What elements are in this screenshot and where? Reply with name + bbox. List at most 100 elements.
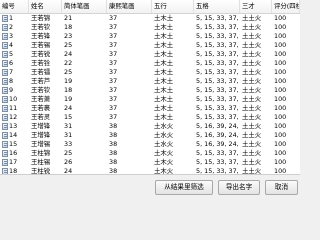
table-row[interactable]: 2 王若钦 18 37 土木土 5, 15, 33, 37, 23土土火 100	[0, 23, 300, 32]
cell-five-grids: 5, 15, 33, 37, 23	[196, 149, 240, 157]
column-header-simplified-strokes[interactable]: 简体笔画	[62, 0, 107, 13]
cell-five-elements: 土木土	[154, 104, 174, 112]
cell-five-grids: 5, 16, 39, 24, 22	[196, 131, 240, 139]
cell-score: 100	[274, 167, 287, 175]
cell-kangxi-strokes: 37	[109, 23, 118, 31]
cell-kangxi-strokes: 38	[109, 149, 118, 157]
cell-five-elements: 土木土	[154, 68, 174, 76]
cell-id: 14	[9, 131, 18, 139]
column-header-name[interactable]: 姓名	[29, 0, 62, 13]
cell-simplified-strokes: 26	[64, 158, 73, 166]
table-row[interactable]: 14 王增锋 31 38 土水火 5, 16, 39, 24, 22土土火 100	[0, 131, 300, 140]
table-row[interactable]: 15 王增锡 33 38 土水火 5, 16, 39, 24, 22土土火 100	[0, 140, 300, 149]
column-header-score[interactable]: 评分(四柱	[272, 0, 300, 13]
cell-kangxi-strokes: 37	[109, 41, 118, 49]
cell-kangxi-strokes: 38	[109, 131, 118, 139]
cell-five-elements: 土木土	[154, 77, 174, 85]
cell-three-talents: 土土火	[242, 158, 262, 166]
cell-three-talents: 土土火	[242, 122, 262, 130]
cell-score: 100	[274, 14, 287, 22]
table-header: 编号 姓名 简体笔画 康熙笔画 五行 五格 三才 评分(四柱	[0, 0, 300, 14]
cell-five-grids: 5, 16, 39, 24, 22	[196, 140, 240, 148]
cell-three-talents: 土土火	[242, 131, 262, 139]
table-row[interactable]: 10 王若萧 19 37 土木土 5, 15, 33, 37, 23土土火 100	[0, 95, 300, 104]
cell-three-talents: 土土火	[242, 41, 262, 49]
table-row[interactable]: 1 王若锦 21 37 土木土 5, 15, 33, 37, 23土土火 100	[0, 14, 300, 23]
cell-five-elements: 土木火	[154, 167, 174, 175]
table-row[interactable]: 16 王柱锦 25 38 土木火 5, 15, 33, 37, 23土土火 100	[0, 149, 300, 158]
cell-simplified-strokes: 24	[64, 167, 73, 175]
cell-kangxi-strokes: 38	[109, 167, 118, 175]
cell-simplified-strokes: 24	[64, 104, 73, 112]
export-names-button[interactable]: 导出名字	[218, 180, 260, 195]
cell-simplified-strokes: 24	[64, 50, 73, 58]
cell-simplified-strokes: 18	[64, 86, 73, 94]
table-row[interactable]: 13 王增锋 31 38 土水火 5, 16, 39, 24, 22土土火 100	[0, 122, 300, 131]
names-table: 编号 姓名 简体笔画 康熙笔画 五行 五格 三才 评分(四柱 1 王若锦 21 37 土…	[0, 0, 300, 175]
cell-simplified-strokes: 21	[64, 14, 73, 22]
cell-score: 100	[274, 41, 287, 49]
cell-three-talents: 土土火	[242, 113, 262, 121]
cell-name: 王若钦	[31, 86, 51, 94]
cell-three-talents: 土土火	[242, 77, 262, 85]
cell-three-talents: 土土火	[242, 32, 262, 40]
table-row[interactable]: 11 王若裹 24 37 土木土 5, 15, 33, 37, 23土土火 100	[0, 104, 300, 113]
cell-id: 2	[9, 23, 14, 31]
cell-five-grids: 5, 15, 33, 37, 23	[196, 167, 240, 175]
cell-id: 11	[9, 104, 18, 112]
table-row[interactable]: 9 王若钦 18 37 土木土 5, 15, 33, 37, 23土土火 100	[0, 86, 300, 95]
cell-three-talents: 土土火	[242, 140, 262, 148]
cell-name: 王若锦	[31, 14, 51, 22]
table-row[interactable]: 6 王若铨 22 37 土木土 5, 15, 33, 37, 23土土火 100	[0, 59, 300, 68]
table-row[interactable]: 12 王若灵 15 37 土木土 5, 15, 33, 37, 23土土火 100	[0, 113, 300, 122]
cell-five-grids: 5, 15, 33, 37, 23	[196, 50, 240, 58]
table-row[interactable]: 7 王若镭 25 37 土木土 5, 15, 33, 37, 23土土火 100	[0, 68, 300, 77]
cell-simplified-strokes: 31	[64, 131, 73, 139]
cell-name: 王若锋	[31, 32, 51, 40]
column-header-five-grids[interactable]: 五格	[194, 0, 240, 13]
filter-from-results-button[interactable]: 从结果里筛选	[155, 180, 213, 195]
cell-kangxi-strokes: 37	[109, 14, 118, 22]
cell-name: 王若锐	[31, 50, 51, 58]
cell-id: 10	[9, 95, 18, 103]
cell-kangxi-strokes: 38	[109, 158, 118, 166]
cell-five-elements: 土木土	[154, 41, 174, 49]
cell-five-grids: 5, 15, 33, 37, 23	[196, 95, 240, 103]
table-row[interactable]: 4 王若锡 25 37 土木土 5, 15, 33, 37, 23土土火 100	[0, 41, 300, 50]
cell-score: 100	[274, 77, 287, 85]
cell-kangxi-strokes: 37	[109, 50, 118, 58]
column-header-five-elements[interactable]: 五行	[152, 0, 194, 13]
column-header-three-talents[interactable]: 三才	[240, 0, 272, 13]
cell-five-grids: 5, 16, 39, 24, 22	[196, 122, 240, 130]
cell-five-elements: 土水火	[154, 140, 174, 148]
table-row[interactable]: 17 王柱锡 26 38 土木火 5, 15, 33, 37, 23土土火 100	[0, 158, 300, 167]
cell-simplified-strokes: 31	[64, 122, 73, 130]
cell-three-talents: 土土火	[242, 68, 262, 76]
table-row[interactable]: 18 王柱锐 24 38 土木火 5, 15, 33, 37, 23土土火 100	[0, 167, 300, 175]
table-row[interactable]: 3 王若锋 23 37 土木土 5, 15, 33, 37, 23土土火 100	[0, 32, 300, 41]
table-row[interactable]: 5 王若锐 24 37 土木土 5, 15, 33, 37, 23土土火 100	[0, 50, 300, 59]
column-header-kangxi-strokes[interactable]: 康熙笔画	[107, 0, 152, 13]
cell-three-talents: 土土火	[242, 23, 262, 31]
table-row[interactable]: 8 王若芦 19 37 土木土 5, 15, 33, 37, 23土土火 100	[0, 77, 300, 86]
cell-name: 王柱锦	[31, 149, 51, 157]
cell-simplified-strokes: 25	[64, 41, 73, 49]
cell-id: 9	[9, 86, 14, 94]
cell-id: 16	[9, 149, 18, 157]
cell-simplified-strokes: 19	[64, 77, 73, 85]
cell-three-talents: 土土火	[242, 167, 262, 175]
cell-score: 100	[274, 59, 287, 67]
cell-name: 王若铨	[31, 59, 51, 67]
cell-five-elements: 土木火	[154, 149, 174, 157]
cell-score: 100	[274, 113, 287, 121]
cell-score: 100	[274, 68, 287, 76]
cell-name: 王增锡	[31, 140, 51, 148]
cell-three-talents: 土土火	[242, 104, 262, 112]
cell-score: 100	[274, 149, 287, 157]
cancel-button[interactable]: 取消	[265, 180, 298, 195]
cell-score: 100	[274, 86, 287, 94]
column-header-id[interactable]: 编号	[0, 0, 29, 13]
cell-id: 15	[9, 140, 18, 148]
cell-kangxi-strokes: 37	[109, 59, 118, 67]
cell-five-grids: 5, 15, 33, 37, 23	[196, 158, 240, 166]
